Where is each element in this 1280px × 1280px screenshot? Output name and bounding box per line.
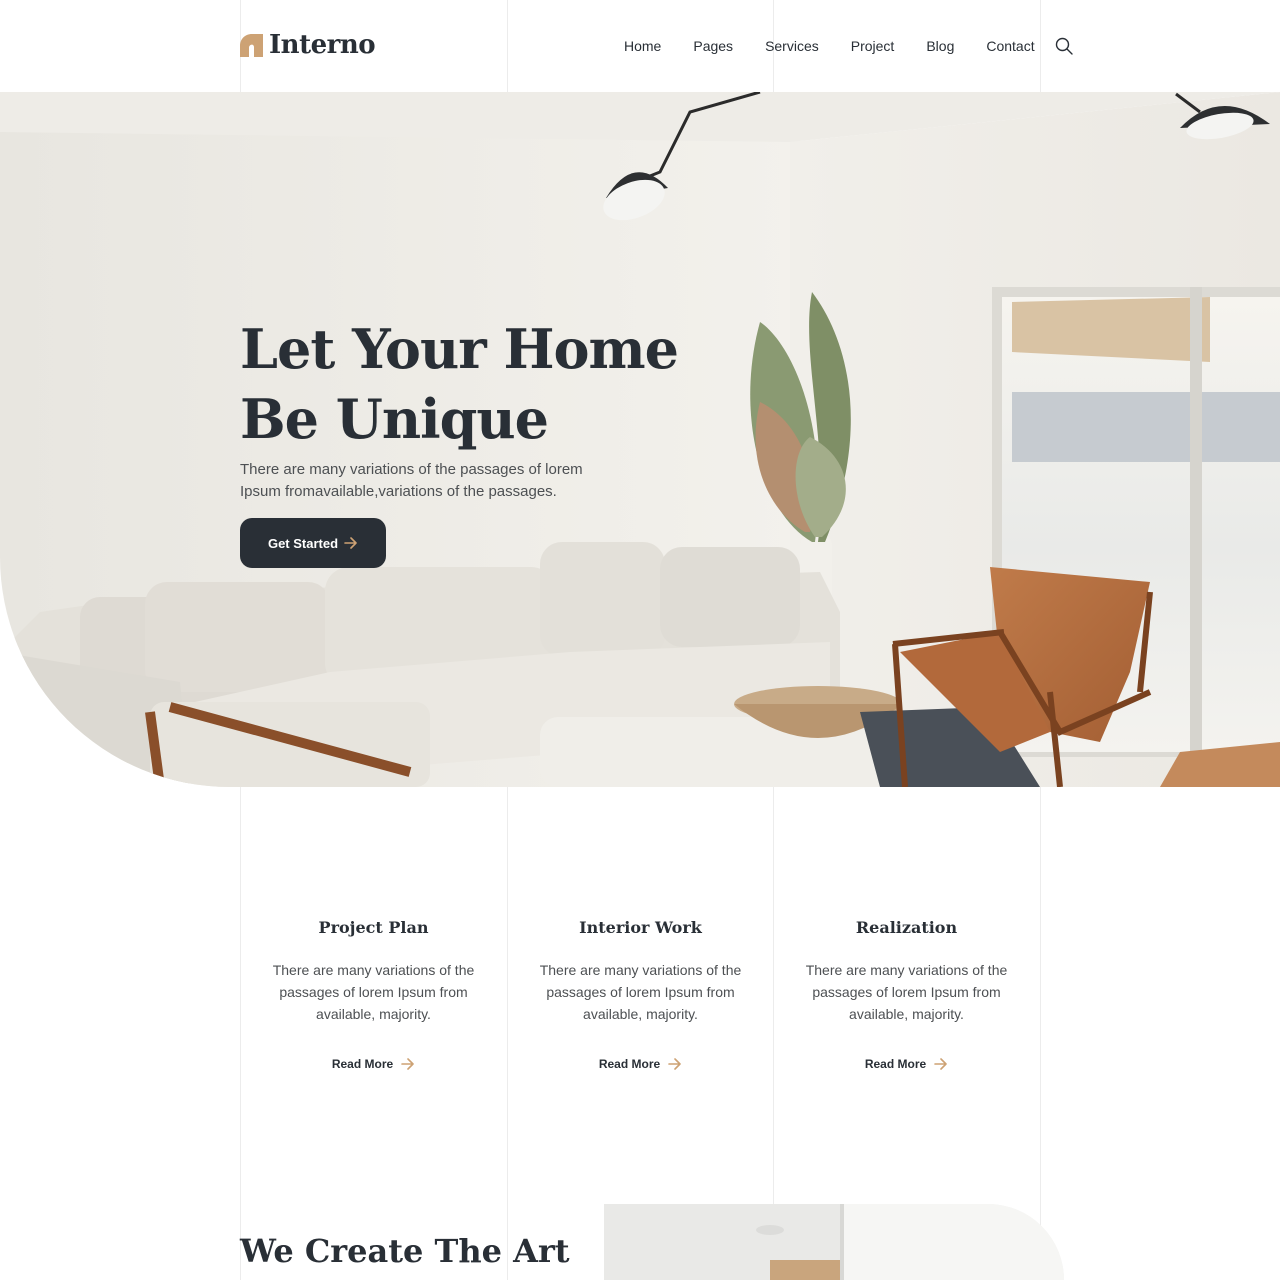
hero-section: Let Your Home Be Unique There are many v… xyxy=(0,92,1280,787)
service-title: Project Plan xyxy=(318,918,429,937)
arrow-right-icon xyxy=(934,1058,947,1070)
arrow-right-icon xyxy=(668,1058,681,1070)
arrow-right-icon xyxy=(401,1058,414,1070)
nav-services[interactable]: Services xyxy=(765,38,819,54)
nav-contact[interactable]: Contact xyxy=(986,38,1034,54)
get-started-button[interactable]: Get Started xyxy=(240,518,386,568)
logo-text: Interno xyxy=(269,30,376,60)
service-card: Project Plan There are many variations o… xyxy=(240,918,507,1073)
read-more-label: Read More xyxy=(598,1057,661,1071)
main-nav: Home Pages Services Project Blog Contact xyxy=(624,37,1073,55)
get-started-label: Get Started xyxy=(267,535,339,551)
service-title: Realization xyxy=(855,918,958,937)
read-more-link[interactable]: Read More xyxy=(332,1057,415,1071)
site-header: Interno Home Pages Services Project Blog… xyxy=(0,0,1280,92)
read-more-link[interactable]: Read More xyxy=(599,1057,682,1071)
read-more-label: Read More xyxy=(864,1057,927,1071)
about-interior-image xyxy=(604,1204,1064,1280)
read-more-label: Read More xyxy=(331,1057,394,1071)
service-card: Realization There are many variations of… xyxy=(773,918,1040,1073)
search-icon[interactable] xyxy=(1055,37,1073,55)
hero-title-line-2: Be Unique xyxy=(240,387,549,451)
service-title: Interior Work xyxy=(579,918,702,937)
hero-title-line-1: Let Your Home xyxy=(240,317,679,381)
hero-description: There are many variations of the passage… xyxy=(240,461,583,500)
logo[interactable]: Interno xyxy=(240,30,376,60)
service-description: There are many variations of the passage… xyxy=(805,962,1008,1022)
nav-pages[interactable]: Pages xyxy=(693,38,733,54)
logo-icon xyxy=(240,33,263,57)
nav-home[interactable]: Home xyxy=(624,38,661,54)
nav-project[interactable]: Project xyxy=(851,38,895,54)
service-card: Interior Work There are many variations … xyxy=(507,918,774,1073)
about-title: We Create The Art xyxy=(240,1232,570,1270)
read-more-link[interactable]: Read More xyxy=(865,1057,948,1071)
nav-blog[interactable]: Blog xyxy=(926,38,954,54)
arrow-right-icon xyxy=(344,537,357,549)
hero-title: Let Your Home Be Unique xyxy=(240,314,679,454)
service-description: There are many variations of the passage… xyxy=(539,962,742,1022)
service-description: There are many variations of the passage… xyxy=(272,962,475,1022)
